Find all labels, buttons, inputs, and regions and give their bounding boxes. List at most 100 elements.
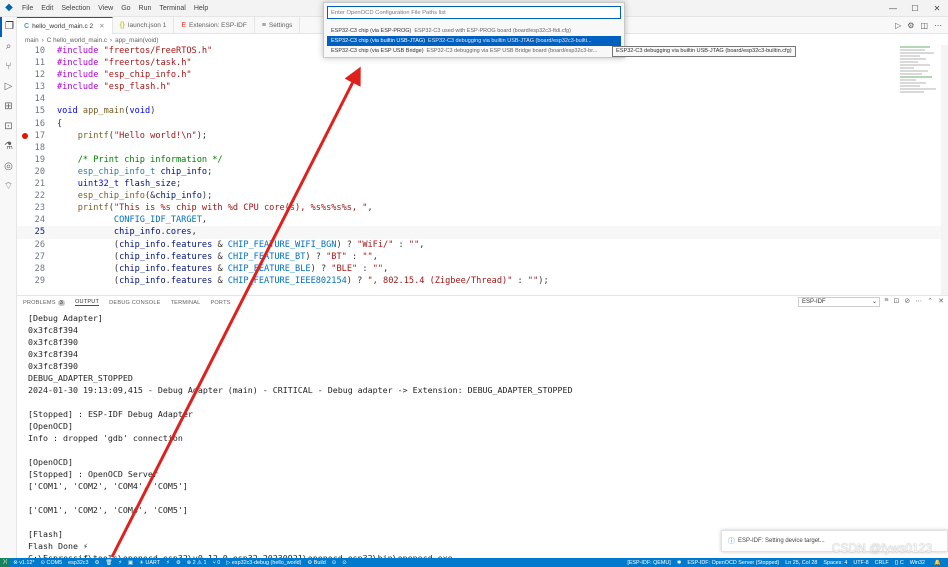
panel-tab-output[interactable]: OUTPUT (74, 299, 100, 306)
status-item[interactable]: UTF-8 (850, 560, 871, 566)
quick-pick-item[interactable]: ESP32-C3 chip (via builtin USB-JTAG) ESP3… (327, 36, 621, 46)
remote-explorer-icon[interactable]: ⊡ (0, 117, 17, 137)
minimap[interactable] (900, 45, 940, 135)
extensions-icon[interactable]: ⊞ (0, 97, 17, 117)
code-line[interactable]: 24 CONFIG_IDF_TARGET, (17, 214, 948, 226)
menu-item-view[interactable]: View (94, 5, 117, 12)
explorer-icon[interactable]: ❐ (0, 17, 17, 37)
remote-indicator-icon[interactable]: ⟩⟨ (0, 558, 11, 567)
status-item[interactable]: ⚙ Build (304, 560, 328, 566)
line-number[interactable]: 24 (17, 214, 45, 226)
status-item[interactable]: {} C (892, 560, 907, 566)
menu-item-go[interactable]: Go (117, 5, 134, 12)
line-number[interactable]: 19 (17, 154, 45, 166)
status-item[interactable]: Ln 25, Col 28 (782, 560, 820, 566)
notifications-bell-icon[interactable]: 🔔 (931, 560, 944, 566)
status-item[interactable]: ⊙ (329, 560, 340, 566)
settings-gear-icon[interactable]: ⚙ (907, 21, 914, 30)
code-line[interactable]: 19 /* Print chip information */ (17, 154, 948, 166)
quick-pick-item[interactable]: ESP32-C3 chip (via ESP-PROG) ESP32-C3 use… (327, 26, 621, 36)
search-icon[interactable]: ⌕ (0, 37, 17, 57)
code-line[interactable]: 12 #include "esp_chip_info.h" (17, 69, 948, 81)
quick-pick-input[interactable] (327, 6, 621, 19)
status-item[interactable]: ▷ esp32c3-debug (hello_world) (223, 560, 304, 566)
line-number[interactable]: 15 (17, 105, 45, 117)
breakpoint-icon[interactable] (22, 132, 28, 139)
line-number[interactable]: 21 (17, 178, 45, 190)
tab-launch-json-1[interactable]: {} launch.json 1 (113, 17, 175, 34)
status-item[interactable]: ⚙ (92, 560, 103, 566)
maximize-icon[interactable]: ☐ (904, 0, 926, 17)
panel-tab-problems[interactable]: PROBLEMS 3 (23, 299, 65, 306)
code-line[interactable]: 29 (chip_info.features & CHIP_FEATURE_IE… (17, 275, 948, 287)
output-log[interactable]: [Debug Adapter] 0x3fc8f394 0x3fc8f390 0x3fc… (28, 312, 938, 559)
code-line[interactable]: 23 printf("This is %s chip with %d CPU c… (17, 202, 948, 214)
line-number[interactable]: 25 (17, 226, 45, 238)
status-item[interactable]: ⊙ COM5 (38, 560, 66, 566)
line-number[interactable]: 12 (17, 69, 45, 81)
code-line[interactable]: 22 esp_chip_info(&chip_info); (17, 190, 948, 202)
status-item[interactable]: ⑂ 0 (210, 560, 224, 566)
menu-item-help[interactable]: Help (190, 5, 212, 12)
code-editor[interactable]: 10 #include "freertos/FreeRTOS.h" 11 #inclu… (17, 45, 948, 295)
code-line[interactable]: 26 (chip_info.features & CHIP_FEATURE_WI… (17, 239, 948, 251)
breadcrumb-symbol[interactable]: app_main(void) (115, 37, 158, 44)
code-line[interactable]: 18 (17, 142, 948, 154)
menu-item-file[interactable]: File (18, 5, 37, 12)
lock-icon[interactable]: ⊡ (894, 297, 900, 305)
quick-pick-item[interactable]: ESP32-C3 chip (via ESP USB Bridge) ESP32-… (327, 46, 621, 56)
status-item[interactable]: Win32 (907, 560, 928, 566)
line-number[interactable]: 26 (17, 239, 45, 251)
status-item[interactable]: ESP-IDF: OpenOCD Server (Stopped) (684, 560, 782, 566)
source-control-icon[interactable]: ⑂ (0, 57, 17, 77)
panel-tab-debug-console[interactable]: DEBUG CONSOLE (109, 300, 160, 306)
code-line[interactable]: 11 #include "freertos/task.h" (17, 57, 948, 69)
tab-extension-esp-idf[interactable]: E Extension: ESP-IDF (174, 17, 255, 34)
close-panel-icon[interactable]: ✕ (938, 297, 944, 305)
wifi-icon[interactable]: ⌔ (0, 177, 17, 197)
status-item[interactable]: ⊗ 2 ⚠ 1 (184, 560, 210, 566)
status-item[interactable]: Spaces: 4 (820, 560, 850, 566)
code-line[interactable]: 21 uint32_t flash_size; (17, 178, 948, 190)
clear-output-icon[interactable]: ⊘ (904, 297, 910, 305)
panel-tab-ports[interactable]: PORTS (210, 300, 230, 306)
line-number[interactable]: 14 (17, 93, 45, 105)
output-channel-select[interactable]: ESP-IDF ⌄ (798, 297, 880, 307)
status-item[interactable]: ☀ UART (136, 560, 163, 566)
panel-tab-terminal[interactable]: TERMINAL (171, 300, 201, 306)
panel-more-icon[interactable]: ⋯ (915, 297, 922, 305)
code-line[interactable]: 27 (chip_info.features & CHIP_FEATURE_BT… (17, 251, 948, 263)
more-actions-icon[interactable]: ⋯ (934, 21, 942, 30)
code-line[interactable]: 14 (17, 93, 948, 105)
status-item[interactable]: ⊙ (339, 560, 350, 566)
code-line[interactable]: 25 chip_info.cores, (17, 226, 948, 239)
tab-settings[interactable]: ≡ Settings (255, 17, 301, 34)
status-item[interactable]: ⚡ (163, 560, 173, 566)
status-item[interactable]: esp32c3 (65, 560, 91, 566)
run-icon[interactable]: ▷ (895, 21, 901, 30)
breadcrumb-folder[interactable]: main (25, 37, 39, 44)
status-item[interactable]: ⚙ (173, 560, 184, 566)
code-line[interactable]: 28 (chip_info.features & CHIP_FEATURE_BL… (17, 263, 948, 275)
line-number[interactable]: 28 (17, 263, 45, 275)
line-number[interactable]: 20 (17, 166, 45, 178)
esp-idf-icon[interactable]: ◎ (0, 157, 17, 177)
menu-item-run[interactable]: Run (135, 5, 156, 12)
line-number[interactable]: 23 (17, 202, 45, 214)
line-number[interactable]: 17 (17, 130, 45, 142)
status-item[interactable]: CRLF (872, 560, 892, 566)
tab-hello-world-main-c-2[interactable]: Chello_world_main.c 2 ✕ (17, 17, 113, 34)
close-tab-icon[interactable]: ✕ (99, 18, 104, 35)
code-lines[interactable]: 10 #include "freertos/FreeRTOS.h" 11 #inclu… (17, 45, 948, 287)
line-number[interactable]: 27 (17, 251, 45, 263)
status-item[interactable]: ▣ (125, 560, 136, 566)
line-number[interactable]: 10 (17, 45, 45, 57)
status-item[interactable]: ⊗ v1.12* (10, 560, 37, 566)
code-line[interactable]: 13 #include "esp_flash.h" (17, 81, 948, 93)
filter-list-icon[interactable]: ≡ (884, 297, 888, 305)
status-item[interactable]: [ESP-IDF: QEMU] (624, 560, 673, 566)
testing-icon[interactable]: ⚗ (0, 137, 17, 157)
status-item[interactable]: 🗑 (102, 560, 115, 566)
maximize-panel-icon[interactable]: ⌃ (927, 297, 933, 305)
status-item[interactable]: ✱ (674, 560, 685, 566)
